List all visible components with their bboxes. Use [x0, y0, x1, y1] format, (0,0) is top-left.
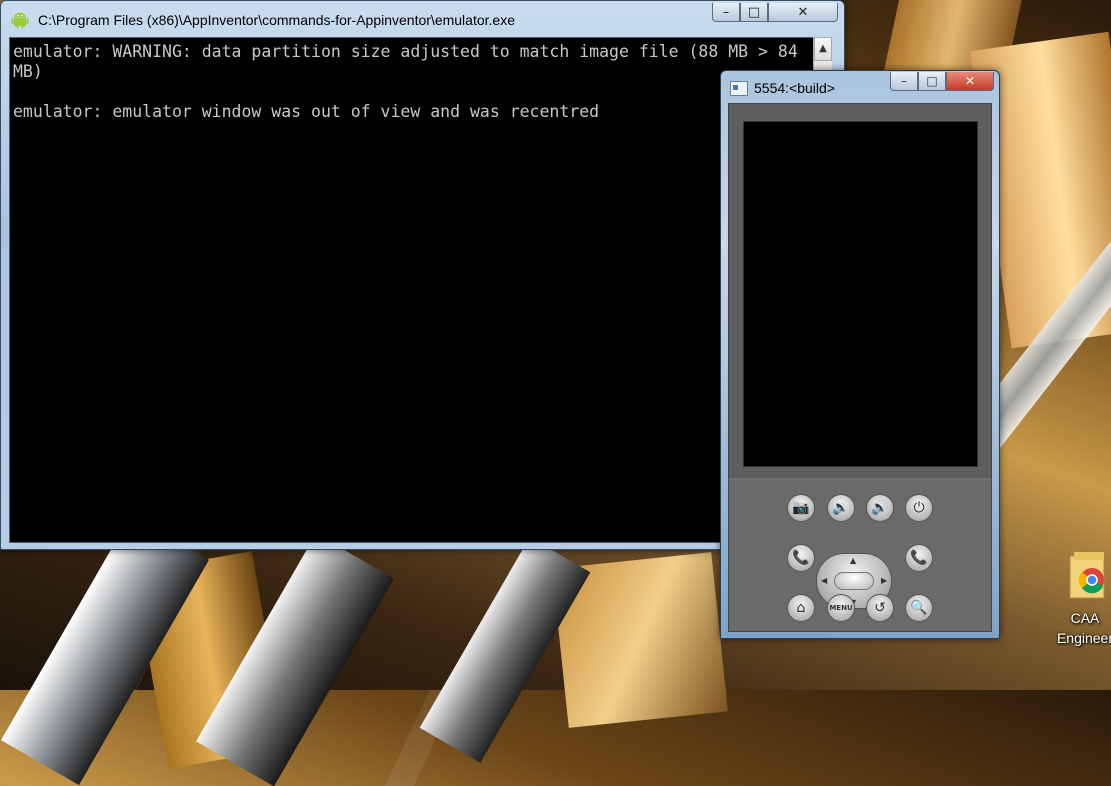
- android-icon: [11, 12, 29, 29]
- hardware-keys: 📷 🔉 🔊 ⏻ 📞 ▲ ▼ ◀ ▶ 📞 ⌂ MENU ↺ 🔍: [729, 480, 991, 631]
- back-icon[interactable]: ↺: [866, 594, 894, 622]
- maximize-button[interactable]: □: [740, 3, 768, 22]
- close-button[interactable]: ✕: [946, 72, 994, 91]
- screen-frame: [729, 104, 991, 478]
- power-icon[interactable]: ⏻: [905, 494, 933, 522]
- console-title: C:\Program Files (x86)\AppInventor\comma…: [38, 12, 515, 28]
- label-line1: CAA: [1070, 610, 1100, 626]
- desktop-shortcut-label: CAA Engineer: [1050, 608, 1111, 648]
- volume-down-icon[interactable]: 🔉: [827, 494, 855, 522]
- camera-icon[interactable]: 📷: [787, 494, 815, 522]
- maximize-button[interactable]: □: [918, 72, 946, 91]
- dpad-left-icon[interactable]: ◀: [821, 576, 827, 585]
- console-output[interactable]: emulator: WARNING: data partition size a…: [9, 37, 825, 543]
- device-screen[interactable]: [743, 121, 978, 467]
- close-button[interactable]: ✕: [768, 3, 838, 22]
- emulator-title: 5554:<build>: [754, 80, 835, 96]
- volume-up-icon[interactable]: 🔊: [866, 494, 894, 522]
- console-titlebar[interactable]: C:\Program Files (x86)\AppInventor\comma…: [1, 1, 844, 37]
- emulator-device: 📷 🔉 🔊 ⏻ 📞 ▲ ▼ ◀ ▶ 📞 ⌂ MENU ↺ 🔍: [728, 103, 992, 632]
- console-text: emulator: WARNING: data partition size a…: [13, 42, 798, 121]
- console-window-controls: – □ ✕: [712, 3, 838, 22]
- dpad-center-button[interactable]: [834, 572, 874, 590]
- end-call-icon[interactable]: 📞: [905, 544, 933, 572]
- emulator-window[interactable]: 5554:<build> – □ ✕ 📷 🔉 🔊 ⏻ 📞 ▲ ▼ ◀ ▶ 📞 ⌂…: [720, 70, 1000, 639]
- dpad-right-icon[interactable]: ▶: [881, 576, 887, 585]
- minimize-button[interactable]: –: [712, 3, 740, 22]
- home-icon[interactable]: ⌂: [787, 594, 815, 622]
- chrome-folder-icon: [1069, 552, 1105, 599]
- window-icon: [730, 81, 748, 96]
- call-icon[interactable]: 📞: [787, 544, 815, 572]
- console-window[interactable]: C:\Program Files (x86)\AppInventor\comma…: [0, 0, 845, 550]
- dpad-up-icon[interactable]: ▲: [850, 556, 856, 565]
- emulator-window-controls: – □ ✕: [890, 72, 994, 91]
- minimize-button[interactable]: –: [890, 72, 918, 91]
- search-icon[interactable]: 🔍: [905, 594, 933, 622]
- label-line2: Engineer: [1056, 630, 1111, 646]
- scroll-up-button[interactable]: ▲: [814, 37, 832, 61]
- menu-button[interactable]: MENU: [827, 594, 855, 622]
